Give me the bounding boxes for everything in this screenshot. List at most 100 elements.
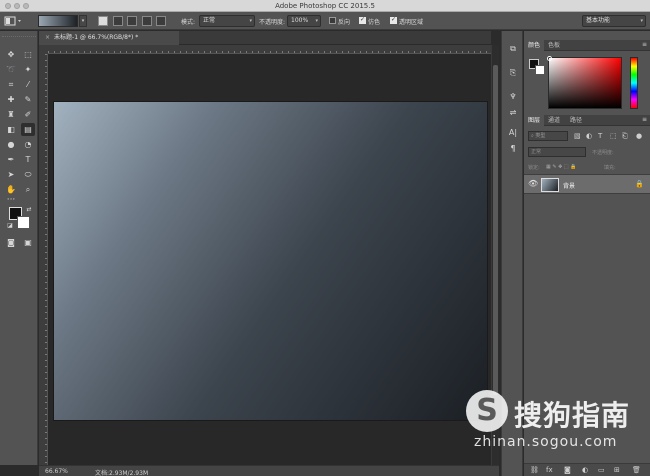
new-group-icon[interactable]: ▭ xyxy=(598,466,605,474)
default-colors-icon[interactable]: ◪ xyxy=(3,219,17,232)
marquee-icon[interactable]: ⬚ xyxy=(21,48,35,61)
color-picker-field[interactable] xyxy=(547,56,622,109)
dither-checkbox[interactable] xyxy=(359,16,366,24)
gradient-icon[interactable]: ▤ xyxy=(21,123,35,136)
crop-icon[interactable]: ⌗ xyxy=(4,78,18,91)
close-tab-icon[interactable]: × xyxy=(45,31,50,45)
filter-kind-select[interactable]: ⌕ 类型 xyxy=(528,131,568,141)
diamond-gradient-button[interactable] xyxy=(156,16,166,26)
type-filter-icon[interactable]: T xyxy=(598,131,602,141)
shape-icon[interactable]: ⬭ xyxy=(21,168,35,181)
canvas-workspace[interactable] xyxy=(48,54,491,465)
swap-colors-icon[interactable]: ⇄ xyxy=(22,203,36,216)
history-panel-icon[interactable]: ⧉ xyxy=(507,43,519,55)
pen-icon[interactable]: ✒ xyxy=(4,153,18,166)
gradient-tool-icon xyxy=(4,16,21,26)
chevron-down-icon: ▾ xyxy=(249,18,252,24)
brush-icon[interactable]: ✎ xyxy=(21,93,35,106)
zoom-icon[interactable]: ⌕ xyxy=(21,183,35,196)
mode-select[interactable]: 正常 ▾ xyxy=(199,15,255,27)
gradient-tool-preset[interactable] xyxy=(3,15,23,27)
gradient-dropdown-chevron-icon[interactable]: ▾ xyxy=(79,15,87,27)
link-layers-icon[interactable]: ⛓ xyxy=(530,466,539,474)
mode-label: 模式: xyxy=(181,19,196,26)
color-panel-background[interactable] xyxy=(535,65,545,75)
opacity-label: 不透明度: xyxy=(259,19,286,26)
lasso-icon[interactable]: ➰ xyxy=(4,63,18,76)
document-tab-bar: × 未标题-1 @ 66.7%(RGB/8*) * xyxy=(39,31,491,45)
document-tab[interactable]: × 未标题-1 @ 66.7%(RGB/8*) * xyxy=(39,31,179,45)
blend-mode-value: 正常 xyxy=(531,149,542,155)
paragraph-panel-icon[interactable]: ¶ xyxy=(507,143,519,155)
radial-gradient-button[interactable] xyxy=(113,16,123,26)
angle-gradient-button[interactable] xyxy=(127,16,137,26)
background-color-swatch[interactable] xyxy=(17,216,30,229)
zoom-level[interactable]: 66.67% xyxy=(45,468,68,475)
dodge-icon[interactable]: ◔ xyxy=(21,138,35,151)
layer-filter-row: ⌕ 类型 ▧ ◐ T ⬚ ⎗ ● xyxy=(528,131,648,141)
linear-gradient-button[interactable] xyxy=(98,16,108,26)
path-selection-icon[interactable]: ➤ xyxy=(4,168,18,181)
history-brush-icon[interactable]: ✐ xyxy=(21,108,35,121)
adjustment-layer-icon[interactable]: ◐ xyxy=(582,466,588,474)
pixel-filter-icon[interactable]: ▧ xyxy=(574,131,581,141)
type-icon[interactable]: T xyxy=(21,153,35,166)
gradient-swatch[interactable] xyxy=(38,15,78,27)
scrollbar-thumb[interactable] xyxy=(493,65,498,395)
lock-icons[interactable]: ▦ ✎ ✥ ⬚ 🔒 xyxy=(546,164,576,170)
transparency-checkbox[interactable] xyxy=(390,16,397,24)
lock-icon: 🔒 xyxy=(635,180,644,188)
brush-panel-icon[interactable]: ♆ xyxy=(507,91,519,103)
layer-row-background[interactable]: 👁 背景 🔒 xyxy=(524,174,650,194)
smart-object-filter-icon[interactable]: ⎗ xyxy=(622,131,628,141)
tab-layers[interactable]: 图层 xyxy=(524,115,545,126)
properties-panel-icon[interactable]: ⎘ xyxy=(507,67,519,79)
blend-mode-select[interactable]: 正常 xyxy=(528,147,586,157)
document-canvas[interactable] xyxy=(54,102,487,420)
stamp-icon[interactable]: ♜ xyxy=(4,108,18,121)
adjustment-filter-icon[interactable]: ◐ xyxy=(586,131,592,141)
chevron-down-icon: ▾ xyxy=(640,18,643,24)
picker-cursor[interactable] xyxy=(547,56,552,61)
reflected-gradient-button[interactable] xyxy=(142,16,152,26)
workspace-select[interactable]: 基本功能 ▾ xyxy=(582,15,646,27)
options-bar: ▾ 模式: 正常 ▾ 不透明度: 100% ▾ 反向 仿色 透明区域 基本功能 ▾ xyxy=(0,12,650,30)
reverse-checkbox[interactable] xyxy=(329,17,336,24)
panel-menu-icon[interactable]: ≡ xyxy=(642,41,647,48)
vertical-ruler[interactable] xyxy=(39,54,48,465)
tab-paths[interactable]: 路径 xyxy=(566,115,586,126)
tab-swatches[interactable]: 色板 xyxy=(544,40,564,51)
fill-label: 填充: xyxy=(604,165,616,171)
filter-toggle-icon[interactable]: ● xyxy=(636,131,642,141)
horizontal-ruler[interactable] xyxy=(48,45,491,54)
screen-mode-icon[interactable]: ▣ xyxy=(21,236,35,249)
panel-menu-icon[interactable]: ≡ xyxy=(642,116,647,123)
eyedropper-icon[interactable]: ⁄ xyxy=(21,78,35,91)
tools-panel: ✥ ⬚ ➰ ✦ ⌗ ⁄ ✚ ✎ ♜ ✐ ◧ ▤ ● ◔ ✒ T ➤ ⬭ ✋ ⌕ … xyxy=(0,31,38,465)
panel-grip[interactable] xyxy=(2,33,36,37)
quick-mask-icon[interactable]: ◙ xyxy=(4,236,18,249)
character-panel-icon[interactable]: A| xyxy=(507,127,519,139)
move-icon[interactable]: ✥ xyxy=(4,48,18,61)
tab-channels[interactable]: 通道 xyxy=(544,115,564,126)
hue-slider[interactable] xyxy=(630,57,638,109)
opacity-input[interactable]: 100% ▾ xyxy=(287,15,321,27)
shape-filter-icon[interactable]: ⬚ xyxy=(610,131,617,141)
status-menu-icon[interactable]: › xyxy=(143,468,145,475)
blend-row: 正常 不透明度: xyxy=(528,147,648,157)
healing-brush-icon[interactable]: ✚ xyxy=(4,93,18,106)
layer-name[interactable]: 背景 xyxy=(563,181,575,190)
layer-style-icon[interactable]: fx xyxy=(546,466,553,474)
tab-color[interactable]: 颜色 xyxy=(524,40,545,51)
sogou-logo-icon: S xyxy=(466,390,508,432)
eye-icon[interactable]: 👁 xyxy=(528,179,538,188)
adjustments-panel-icon[interactable]: ⇌ xyxy=(507,107,519,119)
delete-layer-icon[interactable]: 🗑 xyxy=(632,466,641,474)
eraser-icon[interactable]: ◧ xyxy=(4,123,18,136)
more-tools-icon[interactable]: ··· xyxy=(4,194,18,207)
magic-wand-icon[interactable]: ✦ xyxy=(21,63,35,76)
mode-value: 正常 xyxy=(203,17,216,24)
new-layer-icon[interactable]: ⊞ xyxy=(614,466,620,474)
blur-icon[interactable]: ● xyxy=(4,138,18,151)
add-mask-icon[interactable]: ◙ xyxy=(564,466,571,474)
